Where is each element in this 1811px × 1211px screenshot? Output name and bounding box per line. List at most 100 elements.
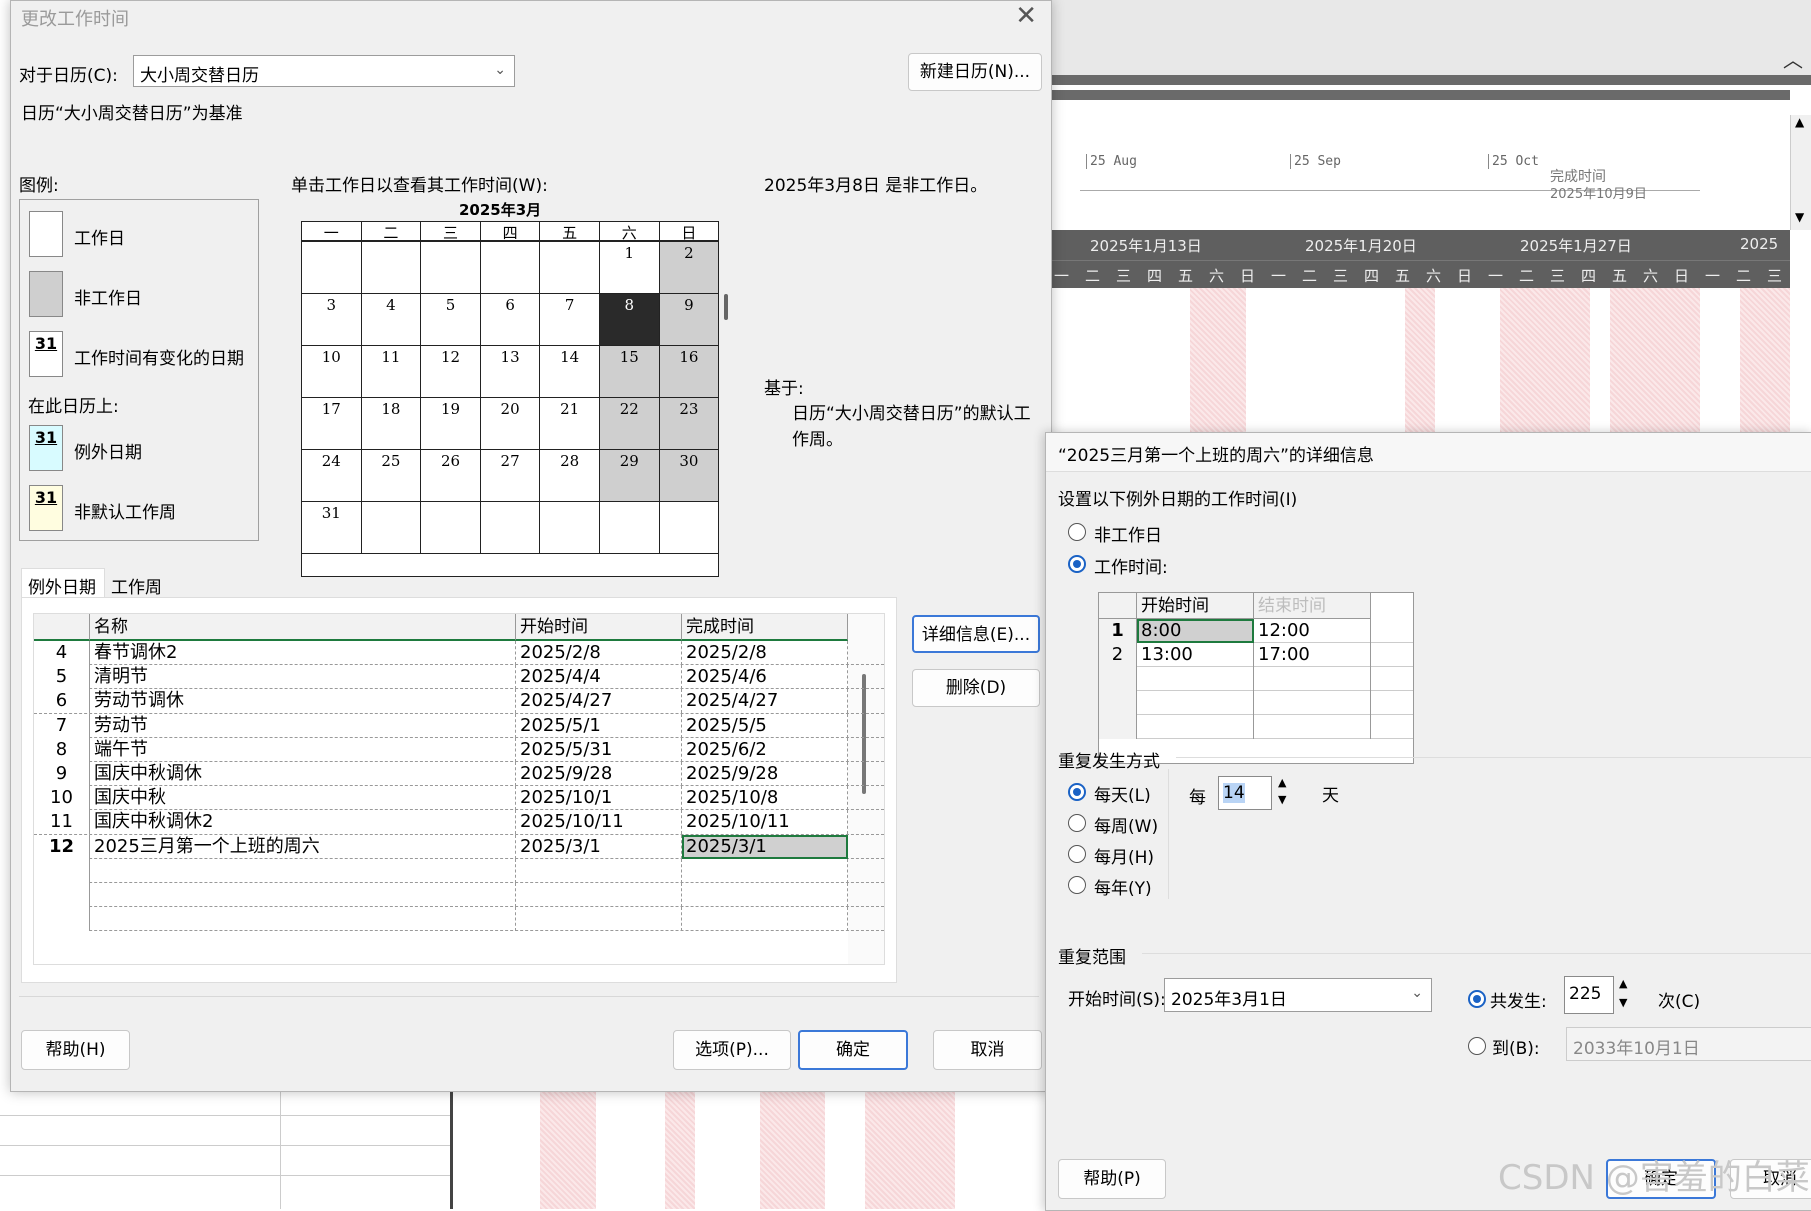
- times-header-end[interactable]: 结束时间: [1254, 593, 1371, 619]
- times-row[interactable]: [1099, 691, 1413, 715]
- column-header-finish[interactable]: 完成时间: [682, 614, 848, 641]
- new-calendar-button[interactable]: 新建日历(N)...: [908, 53, 1042, 91]
- times-row[interactable]: [1099, 715, 1413, 739]
- cell-finish[interactable]: [682, 907, 848, 932]
- calendar-day-25[interactable]: 25: [361, 450, 422, 502]
- calendar-day-8[interactable]: 8: [600, 294, 660, 346]
- stepper-down-icon[interactable]: ▼: [1278, 793, 1286, 806]
- calendar-day-13[interactable]: 13: [480, 346, 541, 398]
- times-cell-end[interactable]: 17:00: [1254, 643, 1371, 667]
- calendar-day-21[interactable]: 21: [540, 398, 600, 450]
- yearly-radio[interactable]: [1068, 876, 1086, 894]
- calendar-day-4[interactable]: 4: [361, 294, 422, 346]
- details-button[interactable]: 详细信息(E)...: [912, 615, 1040, 653]
- cell-finish[interactable]: 2025/5/5: [682, 713, 848, 738]
- tab-exceptions[interactable]: 例外日期: [21, 568, 105, 599]
- range-start-select[interactable]: 2025年3月1日 ⌄: [1164, 978, 1432, 1012]
- cell-finish[interactable]: [682, 883, 848, 907]
- table-row[interactable]: [34, 883, 884, 908]
- cancel-button[interactable]: 取消: [933, 1030, 1042, 1070]
- cell-start[interactable]: [516, 883, 682, 907]
- working-times-radio[interactable]: [1068, 555, 1086, 573]
- times-row[interactable]: 1 8:00 12:00: [1099, 619, 1413, 643]
- calendar-day-1[interactable]: 1: [600, 242, 660, 294]
- calendar-day-30[interactable]: 30: [659, 450, 720, 502]
- timeline-view[interactable]: 25 Aug 25 Sep 25 Oct 完成时间 2025年10月9日: [1050, 90, 1790, 231]
- calendar-day-27[interactable]: 27: [480, 450, 541, 502]
- times-cell-end[interactable]: [1254, 667, 1371, 691]
- cell-name[interactable]: 国庆中秋调休: [90, 762, 516, 786]
- calendar-day-20[interactable]: 20: [480, 398, 541, 450]
- calendar-day-31[interactable]: 31: [302, 502, 362, 554]
- calendar-day-17[interactable]: 17: [302, 398, 362, 450]
- cell-name[interactable]: 国庆中秋调休2: [90, 810, 516, 835]
- cell-finish[interactable]: 2025/2/8: [682, 641, 848, 665]
- cell-finish[interactable]: 2025/9/28: [682, 762, 848, 786]
- weekly-radio[interactable]: [1068, 814, 1086, 832]
- timeline-scrollbar[interactable]: ▲ ▼: [1790, 115, 1811, 230]
- occurrences-radio[interactable]: [1468, 990, 1486, 1008]
- table-row[interactable]: 12 2025三月第一个上班的周六 2025/3/1 2025/3/1: [34, 834, 884, 859]
- calendar-day-18[interactable]: 18: [361, 398, 422, 450]
- cell-name[interactable]: 劳动节调休: [90, 689, 516, 714]
- daily-radio[interactable]: [1068, 783, 1086, 801]
- column-header-start[interactable]: 开始时间: [516, 614, 682, 641]
- working-times-table[interactable]: 开始时间 结束时间 1 8:00 12:00 2 13:00 17:00: [1098, 592, 1414, 764]
- cell-start[interactable]: 2025/4/4: [516, 665, 682, 690]
- gantt-chart-area[interactable]: [1050, 288, 1790, 438]
- calendar-day-12[interactable]: 12: [421, 346, 481, 398]
- calendar-day-11[interactable]: 11: [361, 346, 422, 398]
- cell-start[interactable]: 2025/9/28: [516, 762, 682, 786]
- calendar-day-28[interactable]: 28: [540, 450, 600, 502]
- cell-start[interactable]: 2025/2/8: [516, 641, 682, 665]
- times-row[interactable]: 2 13:00 17:00: [1099, 643, 1413, 667]
- until-date-input[interactable]: 2033年10月1日: [1566, 1027, 1811, 1061]
- table-row[interactable]: 8 端午节 2025/5/31 2025/6/2: [34, 737, 884, 762]
- until-radio[interactable]: [1468, 1037, 1486, 1055]
- calendar-scroll-thumb[interactable]: [724, 294, 728, 320]
- calendar-day-2[interactable]: 2: [659, 242, 720, 294]
- cell-finish[interactable]: 2025/3/1: [682, 834, 848, 859]
- tab-work-weeks[interactable]: 工作周: [111, 573, 162, 598]
- column-header-name[interactable]: 名称: [90, 614, 516, 641]
- cell-name[interactable]: 端午节: [90, 737, 516, 762]
- collapse-ribbon-icon[interactable]: ︿: [1783, 44, 1803, 73]
- nonworking-radio[interactable]: [1068, 523, 1086, 541]
- calendar-day-23[interactable]: 23: [659, 398, 720, 450]
- calendar-day-14[interactable]: 14: [540, 346, 600, 398]
- cell-name[interactable]: [90, 858, 516, 883]
- times-cell-start[interactable]: 13:00: [1137, 643, 1254, 667]
- options-button[interactable]: 选项(P)...: [673, 1030, 791, 1070]
- ok-button[interactable]: 确定: [798, 1030, 908, 1070]
- times-row[interactable]: [1099, 667, 1413, 691]
- cell-name[interactable]: [90, 883, 516, 907]
- times-header-start[interactable]: 开始时间: [1137, 593, 1254, 619]
- cell-name[interactable]: 2025三月第一个上班的周六: [90, 834, 516, 859]
- every-days-stepper[interactable]: ▲ ▼: [1272, 776, 1294, 810]
- close-icon[interactable]: ✕: [1015, 1, 1037, 31]
- details-help-button[interactable]: 帮助(P): [1058, 1159, 1166, 1199]
- stepper-up-icon[interactable]: ▲: [1619, 977, 1627, 990]
- cell-start[interactable]: [516, 858, 682, 883]
- monthly-radio[interactable]: [1068, 845, 1086, 863]
- cell-finish[interactable]: [682, 858, 848, 883]
- table-row[interactable]: 7 劳动节 2025/5/1 2025/5/5: [34, 713, 884, 738]
- every-days-input[interactable]: 14: [1218, 776, 1272, 810]
- table-row[interactable]: 5 清明节 2025/4/4 2025/4/6: [34, 665, 884, 690]
- times-cell-start[interactable]: [1137, 715, 1254, 739]
- calendar-select[interactable]: 大小周交替日历 ⌄: [133, 55, 515, 87]
- calendar-day-24[interactable]: 24: [302, 450, 362, 502]
- calendar-day-22[interactable]: 22: [600, 398, 660, 450]
- cell-start[interactable]: [516, 907, 682, 932]
- exceptions-table[interactable]: 名称 开始时间 完成时间 4 春节调休2 2025/2/8 2025/2/8 5 清明节 2…: [33, 613, 885, 965]
- delete-button[interactable]: 删除(D): [912, 669, 1040, 707]
- table-row[interactable]: 10 国庆中秋 2025/10/1 2025/10/8: [34, 786, 884, 811]
- scroll-up-icon[interactable]: ▲: [1795, 115, 1804, 129]
- cell-start[interactable]: 2025/10/1: [516, 786, 682, 811]
- cell-name[interactable]: 国庆中秋: [90, 786, 516, 811]
- cell-finish[interactable]: 2025/10/11: [682, 810, 848, 835]
- calendar-day-9[interactable]: 9: [659, 294, 720, 346]
- times-cell-start[interactable]: [1137, 691, 1254, 715]
- cell-start[interactable]: 2025/5/1: [516, 713, 682, 738]
- occurrences-input[interactable]: 225: [1564, 976, 1614, 1014]
